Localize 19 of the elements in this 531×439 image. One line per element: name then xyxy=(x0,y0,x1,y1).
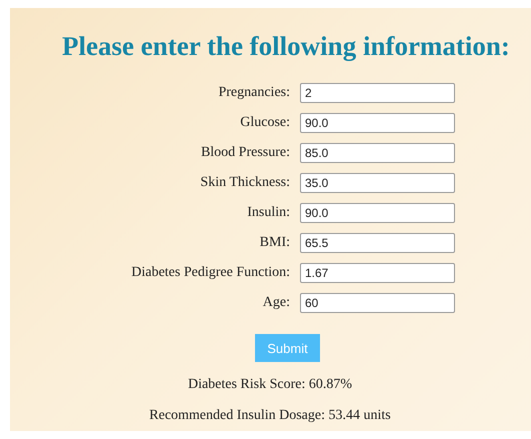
input-field[interactable]: 1.67 xyxy=(300,263,455,283)
field-label: Insulin: xyxy=(246,205,291,221)
input-field[interactable]: 2 xyxy=(300,83,455,103)
field-label: Pregnancies: xyxy=(217,85,291,101)
field-label: Diabetes Pedigree Function: xyxy=(130,265,291,281)
result-text: Diabetes Risk Score: 60.87% xyxy=(186,376,354,393)
input-field[interactable]: 90.0 xyxy=(300,203,455,223)
input-field[interactable]: 35.0 xyxy=(300,173,455,193)
input-field[interactable]: 60 xyxy=(300,293,455,313)
field-label: Blood Pressure: xyxy=(200,145,291,161)
field-label: Skin Thickness: xyxy=(199,175,291,191)
input-field[interactable]: 90.0 xyxy=(300,113,455,133)
input-field[interactable]: 85.0 xyxy=(300,143,455,163)
result-text: Recommended Insulin Dosage: 53.44 units xyxy=(148,407,392,424)
input-field[interactable]: 65.5 xyxy=(300,233,455,253)
form-heading: Please enter the following information: xyxy=(61,30,511,63)
field-label: Glucose: xyxy=(239,115,291,131)
field-label: Age: xyxy=(262,295,291,311)
field-label: BMI: xyxy=(258,235,291,251)
